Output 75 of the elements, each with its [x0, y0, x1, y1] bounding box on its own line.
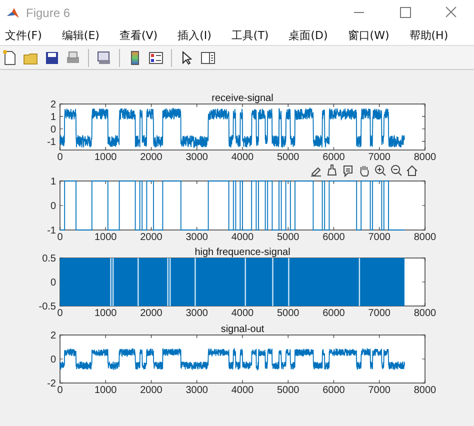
tick-label: 1000: [94, 308, 117, 319]
tick-label: 8000: [414, 232, 436, 243]
tick-label: 2000: [140, 308, 162, 319]
tick-label: 2000: [140, 232, 162, 243]
legend-icon[interactable]: [148, 50, 164, 66]
brush-icon[interactable]: [327, 164, 337, 176]
tick-label: 5000: [277, 385, 300, 396]
window-title: Figure 6: [26, 6, 70, 20]
tick-label: 0: [50, 124, 56, 136]
tick-label: 6000: [322, 152, 345, 163]
tick-label: -0.5: [38, 302, 56, 312]
zoom-out-icon[interactable]: [391, 165, 402, 176]
tick-label: 1000: [94, 232, 117, 243]
print-preview-icon[interactable]: [96, 50, 112, 66]
axes-title: signal-out: [220, 324, 264, 335]
app-icon: [6, 6, 20, 20]
menu-item[interactable]: 文件(F): [3, 28, 48, 43]
tick-label: 1: [50, 112, 56, 123]
tick-label: 0: [50, 201, 56, 212]
tick-label: 0: [50, 278, 56, 288]
tick-label: 4000: [231, 308, 254, 319]
tick-label: 5000: [277, 232, 300, 243]
hand-icon[interactable]: [360, 166, 369, 176]
menu-item[interactable]: 编辑(E): [60, 28, 106, 43]
tick-label: 8000: [414, 152, 436, 163]
tick-label: 2000: [140, 385, 162, 396]
tick-label: 6000: [322, 232, 345, 243]
tick-label: 7000: [368, 152, 390, 163]
tick-label: 8000: [414, 308, 436, 319]
tick-label: 4000: [231, 385, 254, 396]
tick-label: -2: [47, 378, 56, 390]
tick-label: 1000: [94, 152, 117, 163]
property-editor-icon[interactable]: [200, 50, 216, 66]
menu-item[interactable]: 帮助(H): [407, 28, 454, 43]
tick-label: 0: [57, 152, 63, 163]
edit-icon[interactable]: [310, 167, 322, 176]
menu-item[interactable]: 查看(V): [117, 28, 164, 43]
tick-label: 6000: [322, 385, 345, 396]
menu-item[interactable]: 插入(I): [176, 28, 218, 43]
tick-label: 3000: [186, 385, 208, 396]
menu-item[interactable]: 窗口(W): [346, 28, 396, 43]
tick-label: 7000: [368, 308, 390, 319]
tick-label: 4000: [231, 232, 254, 243]
tick-label: 3000: [186, 308, 208, 319]
tick-label: 2: [50, 330, 56, 342]
print-icon[interactable]: [65, 50, 81, 66]
tick-label: 3000: [186, 152, 208, 163]
tick-label: 2: [50, 100, 56, 110]
tick-label: 0: [57, 308, 63, 319]
tick-label: 2000: [140, 152, 162, 163]
tick-label: 1: [50, 176, 56, 188]
tick-label: -1: [47, 226, 56, 236]
home-icon[interactable]: [406, 165, 418, 176]
tick-label: 4000: [231, 152, 254, 163]
tick-label: 6000: [322, 308, 345, 319]
menu-item[interactable]: 桌面(D): [286, 28, 334, 43]
data-tip-icon[interactable]: [344, 166, 352, 178]
tick-label: 1000: [94, 385, 117, 396]
tick-label: 0: [50, 354, 56, 366]
tick-label: 7000: [368, 232, 390, 243]
tick-label: -1: [47, 136, 56, 148]
new-file-icon[interactable]: [2, 50, 18, 66]
tick-label: 0: [57, 385, 63, 396]
axes-title: receive-signal: [212, 93, 274, 104]
menu-item[interactable]: 工具(T): [229, 28, 275, 43]
tick-label: 8000: [414, 385, 436, 396]
tick-label: 7000: [368, 385, 390, 396]
tick-label: 0.5: [42, 254, 56, 264]
tick-label: 0: [57, 232, 63, 243]
tick-label: 5000: [277, 308, 300, 319]
zoom-in-icon[interactable]: [375, 165, 386, 176]
save-icon[interactable]: [44, 50, 60, 66]
tick-label: 3000: [186, 232, 208, 243]
tick-label: 5000: [277, 152, 300, 163]
axes-title: high frequence-signal: [194, 247, 290, 258]
